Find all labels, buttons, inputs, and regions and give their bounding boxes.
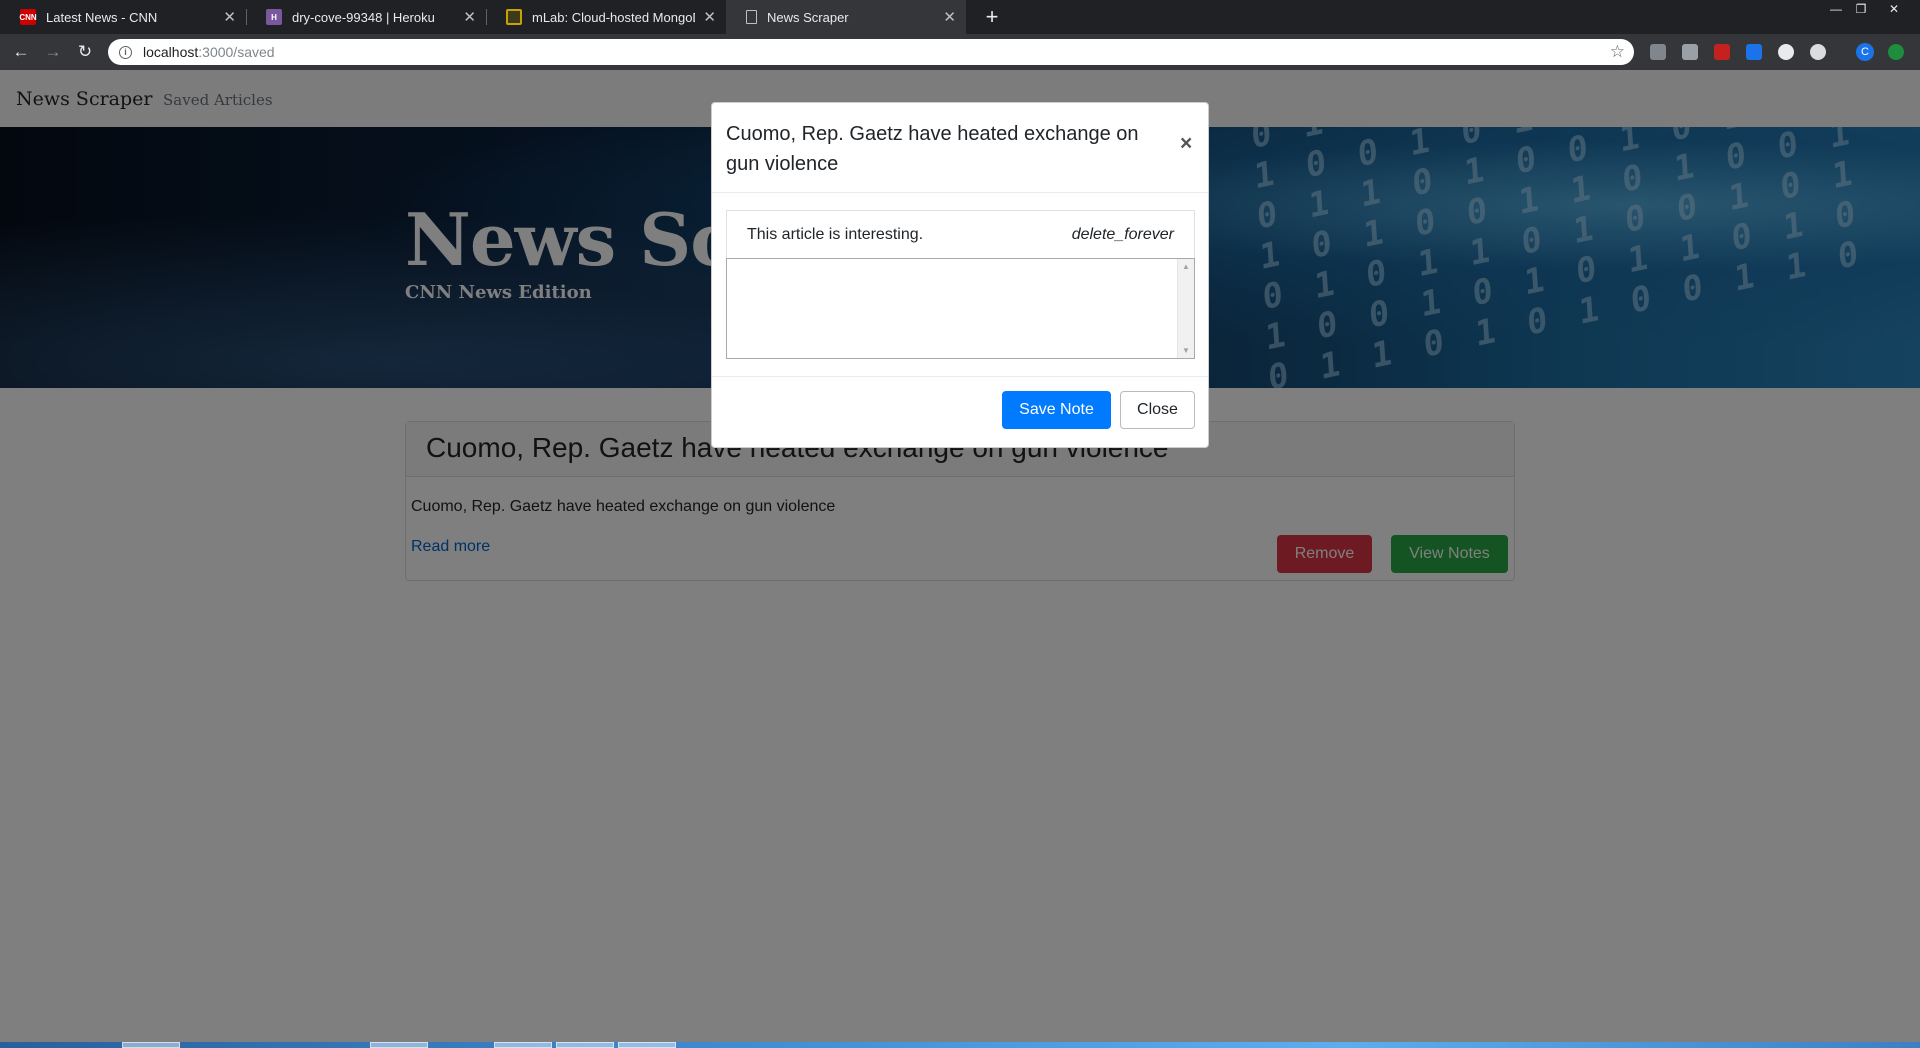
extension-icon[interactable] (1714, 44, 1730, 60)
tab-heroku[interactable]: H dry-cove-99348 | Heroku ✕ (246, 0, 486, 34)
modal-footer: Save Note Close (712, 376, 1208, 447)
minimize-icon[interactable]: — (1825, 0, 1847, 18)
save-note-button[interactable]: Save Note (1002, 391, 1111, 429)
close-tab-icon[interactable]: ✕ (223, 8, 236, 26)
close-window-icon[interactable]: ✕ (1883, 0, 1905, 18)
notes-modal: Cuomo, Rep. Gaetz have heated exchange o… (711, 102, 1209, 448)
close-tab-icon[interactable]: ✕ (943, 8, 956, 26)
note-list-item: This article is interesting. delete_fore… (726, 210, 1195, 258)
info-icon[interactable]: i (119, 45, 132, 59)
taskbar-item[interactable] (370, 1042, 428, 1048)
heroku-favicon-icon: H (266, 9, 282, 25)
scroll-down-icon[interactable]: ▼ (1182, 346, 1190, 355)
tab-title: dry-cove-99348 | Heroku (292, 9, 435, 25)
scroll-up-icon[interactable]: ▲ (1182, 262, 1190, 271)
browser-toolbar: ← → ↻ i localhost:3000/saved ☆ (0, 34, 1920, 70)
taskbar-item[interactable] (618, 1042, 676, 1048)
tab-news-scraper[interactable]: News Scraper ✕ (726, 0, 966, 34)
taskbar-item[interactable] (122, 1042, 180, 1048)
cnn-favicon-icon: CNN (19, 9, 37, 25)
taskbar-item[interactable] (494, 1042, 552, 1048)
os-taskbar (0, 1042, 1920, 1048)
modal-title: Cuomo, Rep. Gaetz have heated exchange o… (726, 123, 1139, 175)
tab-title: Latest News - CNN (46, 9, 158, 25)
note-text: This article is interesting. (747, 226, 924, 243)
page-viewport: News Scraper Saved Articles 0 1 0 0 1 1 … (0, 70, 1920, 1042)
tab-title: News Scraper (767, 9, 849, 25)
back-icon[interactable]: ← (10, 41, 32, 63)
close-button[interactable]: Close (1120, 391, 1195, 429)
taskbar-item[interactable] (556, 1042, 614, 1048)
tab-mlab[interactable]: mLab: Cloud-hosted MongoDB ✕ (486, 0, 726, 34)
url-path: :3000/saved (198, 44, 275, 60)
close-tab-icon[interactable]: ✕ (703, 8, 716, 26)
modal-close-icon[interactable]: × (1180, 132, 1192, 156)
address-bar[interactable]: i localhost:3000/saved ☆ (108, 39, 1634, 65)
tab-title: mLab: Cloud-hosted MongoDB (532, 9, 696, 25)
url-host: localhost (143, 44, 199, 60)
document-favicon-icon (746, 10, 757, 24)
reload-icon[interactable]: ↻ (74, 41, 96, 63)
forward-icon[interactable]: → (42, 41, 64, 63)
bookmark-star-icon[interactable]: ☆ (1610, 42, 1625, 62)
close-tab-icon[interactable]: ✕ (463, 8, 476, 26)
extension-icon[interactable] (1650, 44, 1666, 60)
mlab-favicon-icon (506, 9, 522, 25)
textarea-scrollbar[interactable]: ▲ ▼ (1177, 259, 1194, 358)
new-tab-icon[interactable]: + (978, 3, 1006, 31)
profile-avatar[interactable]: C (1856, 43, 1874, 61)
extension-icon[interactable] (1682, 44, 1698, 60)
tab-strip: CNN Latest News - CNN ✕ H dry-cove-99348… (0, 0, 1920, 34)
modal-header: Cuomo, Rep. Gaetz have heated exchange o… (712, 103, 1208, 193)
restore-icon[interactable]: ❐ (1850, 0, 1872, 18)
delete-note-icon[interactable]: delete_forever (1072, 226, 1174, 244)
extension-icon[interactable] (1810, 44, 1826, 60)
extension-icon[interactable] (1778, 44, 1794, 60)
new-note-textarea[interactable]: ▲ ▼ (726, 258, 1195, 359)
tab-latest-news-cnn[interactable]: CNN Latest News - CNN ✕ (0, 0, 246, 34)
extension-icon[interactable] (1746, 44, 1762, 60)
update-icon[interactable] (1888, 44, 1904, 60)
